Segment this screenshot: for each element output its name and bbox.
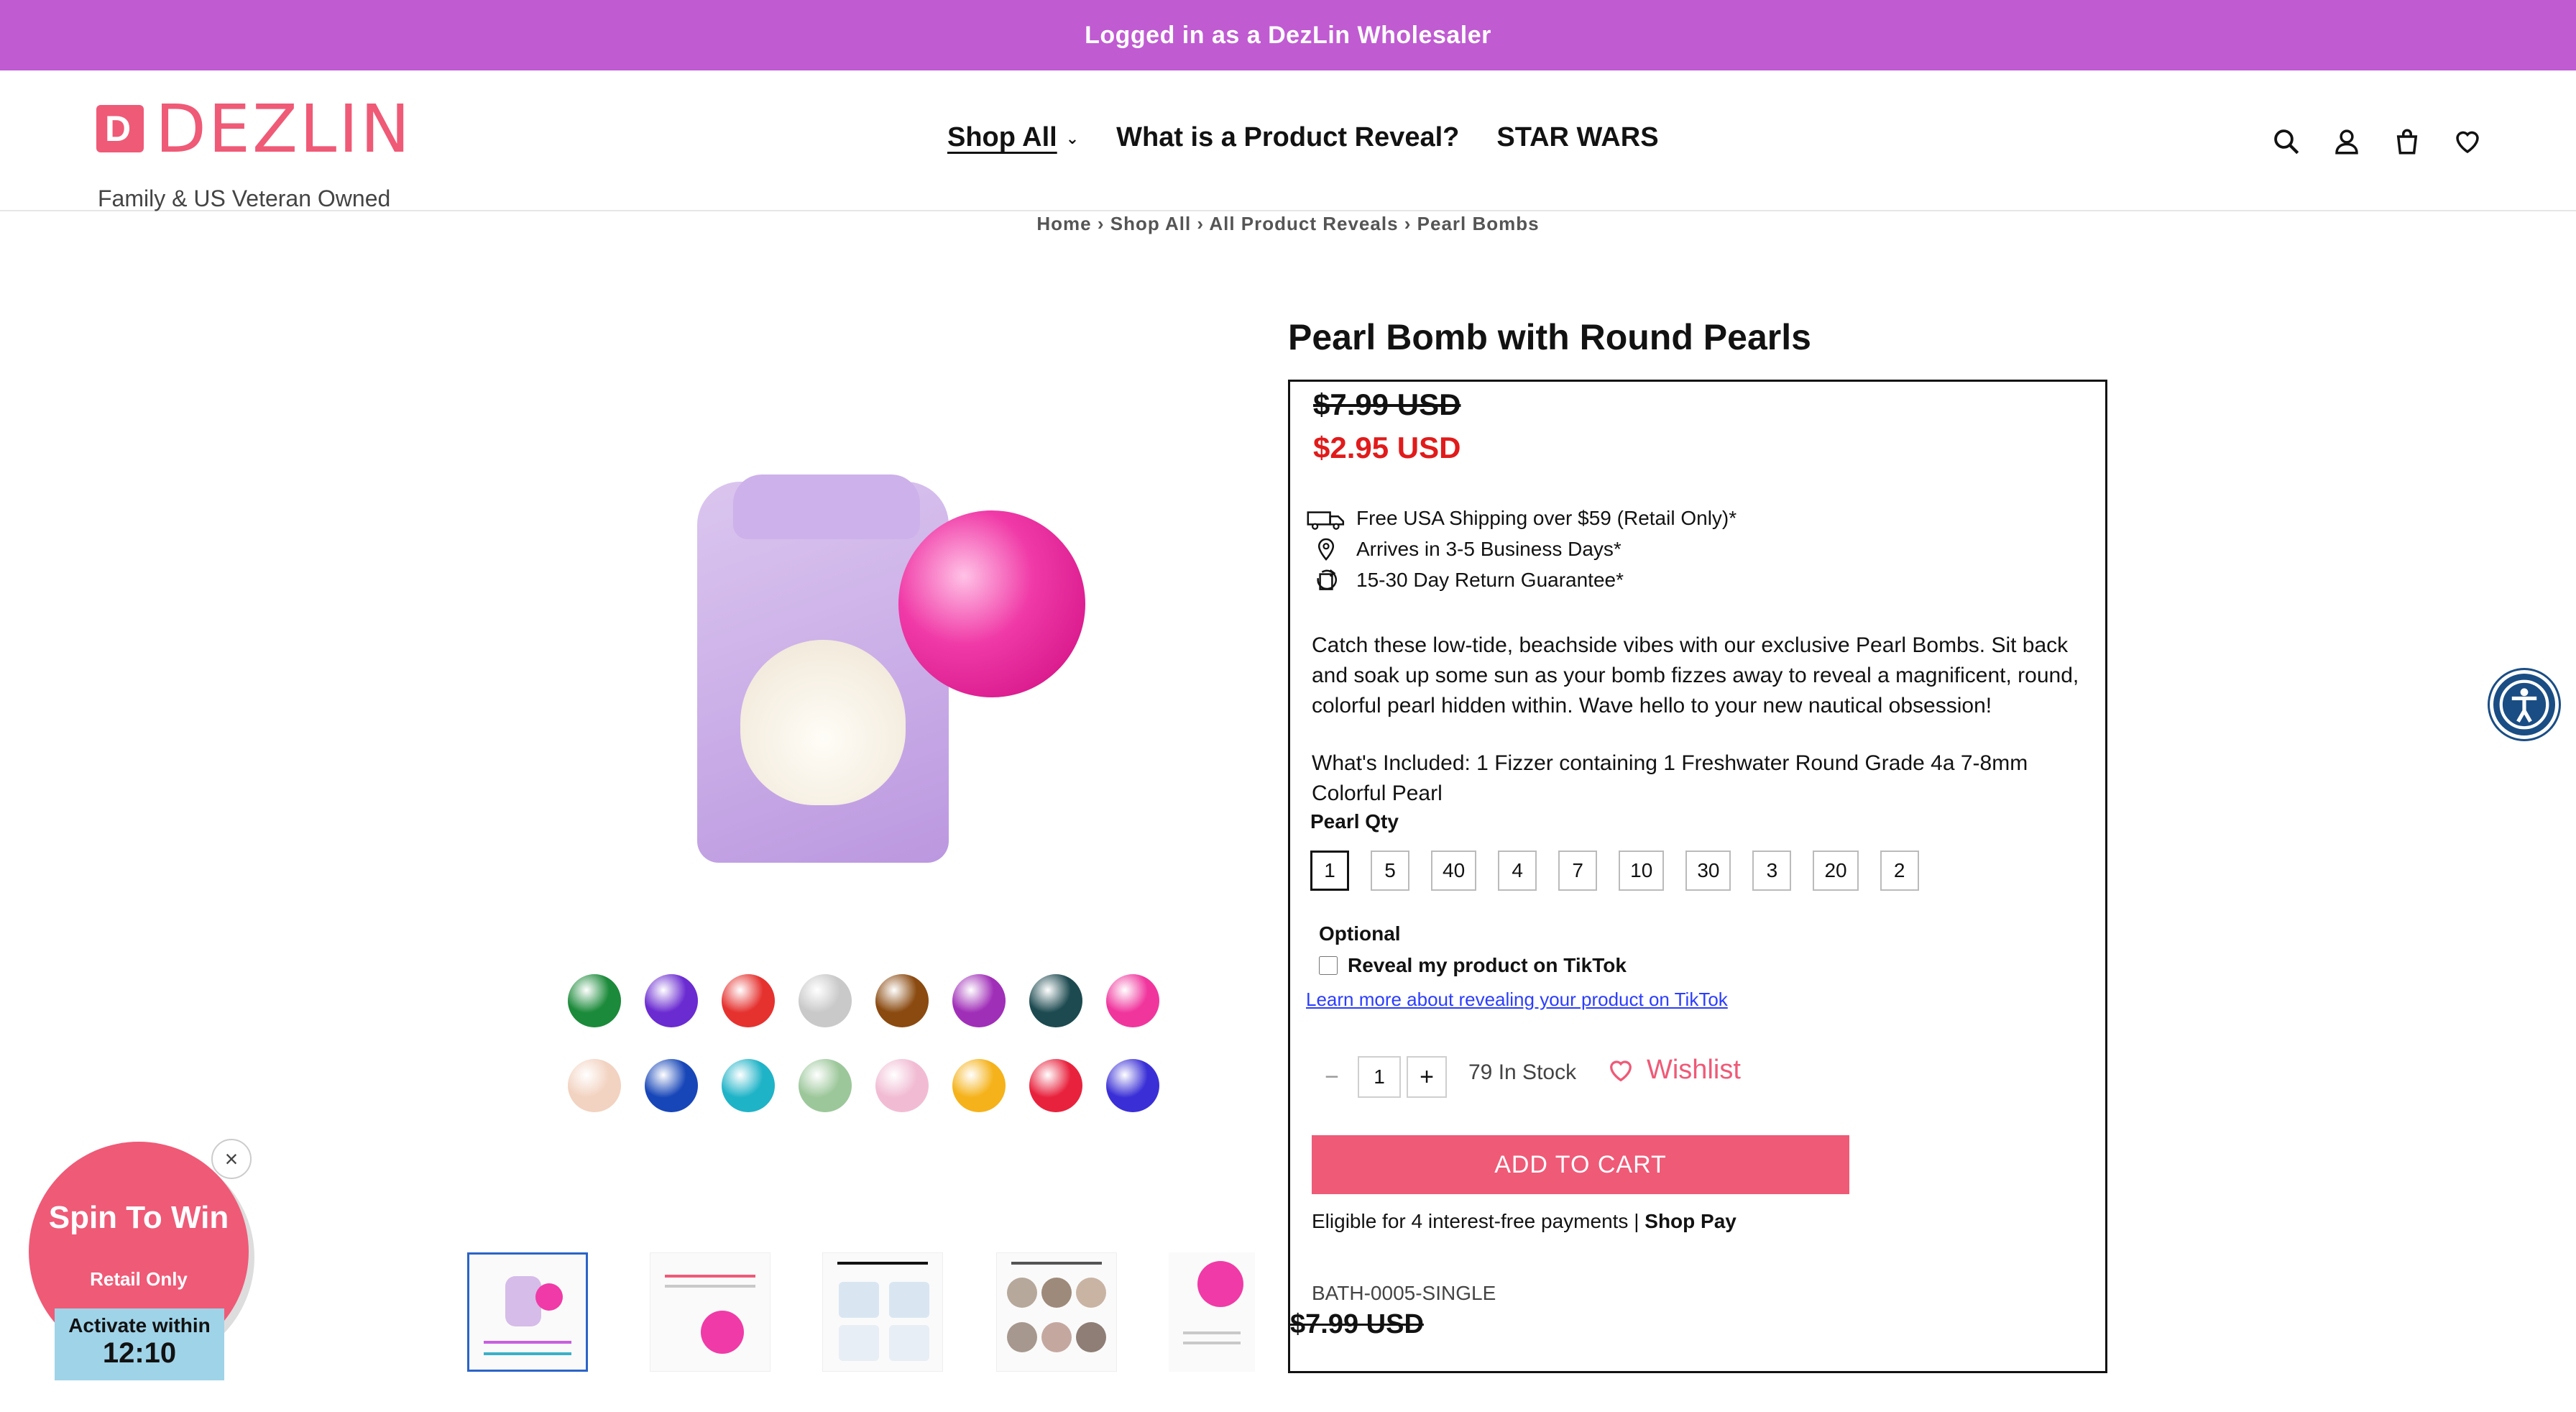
pearl-swatch[interactable] xyxy=(1029,974,1082,1027)
location-pin-icon xyxy=(1317,538,1335,561)
wishlist-label: Wishlist xyxy=(1647,1055,1741,1085)
spin-title: Spin To Win xyxy=(48,1200,229,1235)
product-description: Catch these low-tide, beachside vibes wi… xyxy=(1312,633,2079,718)
qty-option-2[interactable]: 2 xyxy=(1880,851,1919,891)
account-icon[interactable] xyxy=(2332,127,2362,157)
qty-option-30[interactable]: 30 xyxy=(1685,851,1731,891)
qty-option-20[interactable]: 20 xyxy=(1813,851,1859,891)
shop-pay-label[interactable]: Shop Pay xyxy=(1644,1210,1736,1232)
quantity-decrease-button[interactable]: − xyxy=(1312,1056,1352,1098)
bag-drawstring xyxy=(733,475,920,539)
breadcrumb[interactable]: Home › Shop All › All Product Reveals › … xyxy=(0,213,2576,235)
add-to-cart-button[interactable]: ADD TO CART xyxy=(1312,1135,1849,1194)
pearl-swatch[interactable] xyxy=(568,974,621,1027)
spin-timer: Activate within 12:10 xyxy=(55,1308,224,1380)
logo-tagline: Family & US Veteran Owned xyxy=(98,185,391,211)
chevron-down-icon: ⌄ xyxy=(1065,129,1080,147)
optional-label: Optional xyxy=(1319,922,1401,945)
whats-included: What's Included: 1 Fizzer containing 1 F… xyxy=(1312,751,2028,805)
pearl-swatch[interactable] xyxy=(875,1059,929,1112)
pearl-qty-options: 1 5 40 4 7 10 30 3 20 2 xyxy=(1310,851,1919,891)
pearl-bomb-ball xyxy=(898,510,1085,697)
qty-option-3[interactable]: 3 xyxy=(1752,851,1792,891)
benefit-arrival: Arrives in 3-5 Business Days* xyxy=(1306,533,1736,564)
pearl-swatch[interactable] xyxy=(1029,1059,1082,1112)
thumbnail-strip xyxy=(467,1252,1287,1375)
heart-icon xyxy=(1609,1060,1632,1081)
stock-status: 79 In Stock xyxy=(1468,1060,1577,1084)
qty-option-40[interactable]: 40 xyxy=(1431,851,1477,891)
shell-fizzer xyxy=(740,640,906,805)
tiktok-label: Reveal my product on TikTok xyxy=(1348,954,1627,976)
heart-icon[interactable] xyxy=(2452,127,2483,157)
product-details-panel: $7.99 USD $2.95 USD Free USA Shipping ov… xyxy=(1288,380,2107,1373)
price-sale: $2.95 USD xyxy=(1313,431,1461,464)
pearl-swatch[interactable] xyxy=(1106,1059,1159,1112)
pearl-swatch[interactable] xyxy=(568,1059,621,1112)
logo-wordmark: DEZLIN xyxy=(155,91,413,168)
header-icons xyxy=(2271,127,2483,157)
qty-option-1[interactable]: 1 xyxy=(1310,851,1349,891)
product-main-image[interactable] xyxy=(647,302,1193,920)
pearl-swatch[interactable] xyxy=(952,974,1006,1027)
benefit-text: Arrives in 3-5 Business Days* xyxy=(1356,538,1622,560)
pearl-swatch[interactable] xyxy=(875,974,929,1027)
benefit-shipping: Free USA Shipping over $59 (Retail Only)… xyxy=(1306,503,1736,533)
pearl-swatch[interactable] xyxy=(952,1059,1006,1112)
pearl-swatch[interactable] xyxy=(722,1059,775,1112)
logo-mark: D xyxy=(96,105,144,152)
shipping-benefits: Free USA Shipping over $59 (Retail Only)… xyxy=(1306,503,1736,595)
pearl-swatch[interactable] xyxy=(722,974,775,1027)
price-original-repeat: $7.99 USD xyxy=(1290,1309,1424,1339)
thumbnail-4[interactable] xyxy=(996,1252,1117,1372)
close-icon[interactable]: × xyxy=(211,1139,252,1179)
qty-option-7[interactable]: 7 xyxy=(1558,851,1598,891)
thumbnail-3[interactable] xyxy=(822,1252,943,1372)
spin-subtitle: Retail Only xyxy=(90,1268,188,1290)
qty-option-10[interactable]: 10 xyxy=(1619,851,1665,891)
benefit-text: 15-30 Day Return Guarantee* xyxy=(1356,569,1624,591)
pearl-swatch[interactable] xyxy=(645,1059,698,1112)
qty-option-4[interactable]: 4 xyxy=(1498,851,1537,891)
accessibility-icon xyxy=(2499,679,2549,730)
pearl-swatch[interactable] xyxy=(799,1059,852,1112)
return-icon xyxy=(1317,569,1338,590)
benefit-returns: 15-30 Day Return Guarantee* xyxy=(1306,564,1736,595)
quantity-input[interactable]: 1 xyxy=(1358,1056,1401,1098)
product-sku: BATH-0005-SINGLE xyxy=(1312,1282,1496,1304)
pearl-swatch[interactable] xyxy=(645,974,698,1027)
nav-shop-all[interactable]: Shop All ⌄ xyxy=(947,122,1079,153)
truck-icon xyxy=(1307,510,1345,530)
announcement-text: Logged in as a DezLin Wholesaler xyxy=(1085,21,1491,49)
nav-star-wars[interactable]: STAR WARS xyxy=(1496,122,1658,153)
announcement-bar: Logged in as a DezLin Wholesaler xyxy=(0,0,2576,70)
main-nav: Shop All ⌄ What is a Product Reveal? STAR… xyxy=(947,122,1659,153)
pearl-swatch[interactable] xyxy=(1106,974,1159,1027)
cart-icon[interactable] xyxy=(2392,127,2422,157)
qty-option-5[interactable]: 5 xyxy=(1371,851,1409,891)
tiktok-learn-more-link[interactable]: Learn more about revealing your product … xyxy=(1306,989,1728,1011)
pearl-qty-label: Pearl Qty xyxy=(1310,810,1399,833)
tiktok-checkbox[interactable] xyxy=(1319,956,1338,975)
thumbnail-5[interactable] xyxy=(1169,1252,1255,1372)
thumbnail-2[interactable] xyxy=(650,1252,770,1372)
benefit-text: Free USA Shipping over $59 (Retail Only)… xyxy=(1356,507,1737,529)
timer-value: 12:10 xyxy=(102,1337,177,1369)
quantity-increase-button[interactable]: + xyxy=(1407,1056,1447,1098)
nav-product-reveal[interactable]: What is a Product Reveal? xyxy=(1116,122,1459,153)
timer-label: Activate within xyxy=(68,1314,211,1337)
price-original: $7.99 USD xyxy=(1313,388,1461,421)
product-title: Pearl Bomb with Round Pearls xyxy=(1288,317,1811,357)
wishlist-button[interactable]: Wishlist xyxy=(1606,1055,1741,1086)
installments-note: Eligible for 4 interest-free payments | … xyxy=(1312,1210,1736,1232)
brand-logo[interactable]: D DEZLIN Family & US Veteran Owned xyxy=(96,96,413,211)
thumbnail-1[interactable] xyxy=(467,1252,588,1372)
quantity-stepper: − 1 + xyxy=(1312,1056,1447,1098)
site-header: D DEZLIN Family & US Veteran Owned Shop … xyxy=(0,70,2576,211)
search-icon[interactable] xyxy=(2271,127,2301,157)
accessibility-button[interactable] xyxy=(2490,670,2559,739)
tiktok-reveal-option[interactable]: Reveal my product on TikTok xyxy=(1319,954,1627,977)
pearl-swatch[interactable] xyxy=(799,974,852,1027)
